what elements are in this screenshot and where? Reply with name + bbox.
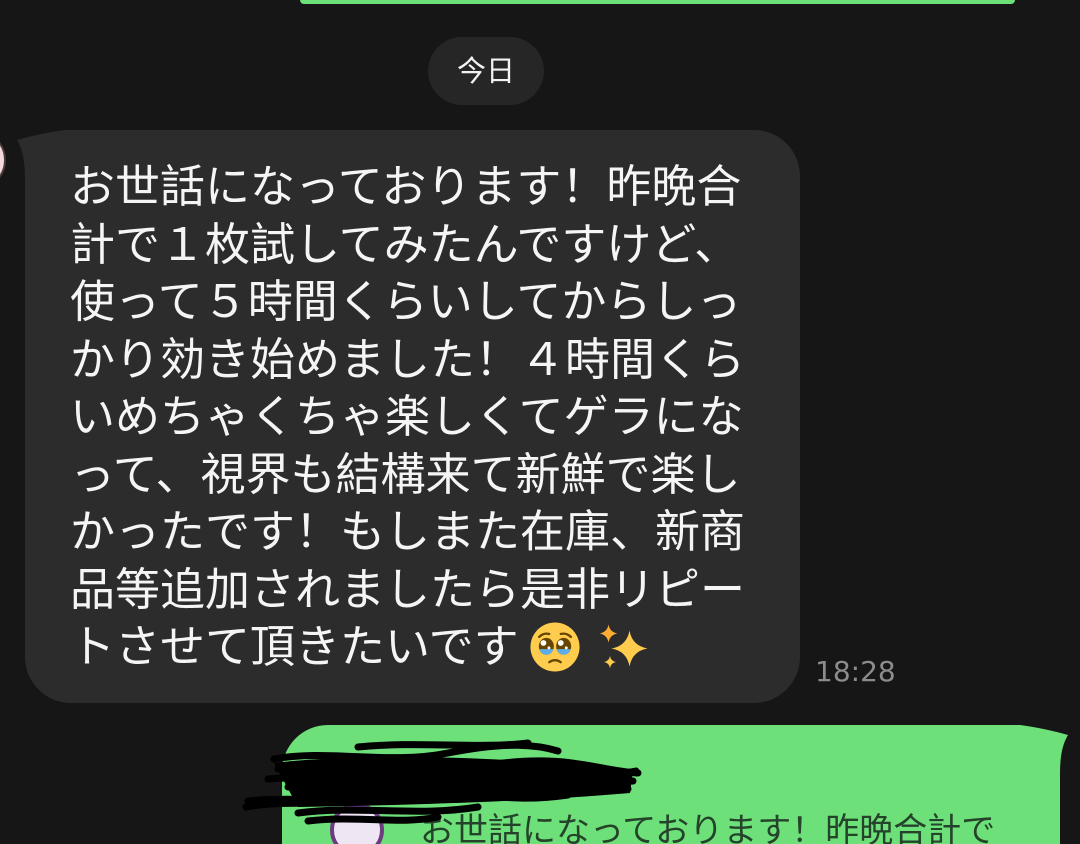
message-line-text: トさせて頂きたいです bbox=[70, 620, 519, 673]
message-line-last: トさせて頂きたいです bbox=[70, 618, 800, 676]
avatar-image bbox=[0, 130, 6, 190]
message-line: かったです！もしまた在庫、新商 bbox=[70, 505, 746, 558]
message-line: かり効き始めました！４時間くら bbox=[70, 332, 746, 386]
redaction-scribble bbox=[242, 739, 642, 825]
message-line: いめちゃくちゃ楽しくてゲラにな bbox=[70, 390, 744, 443]
message-line: 使って５時間くらいしてからしっ bbox=[70, 275, 742, 328]
chat-screen: 今日 お世話になっております！昨晩合 計で１枚試してみたんですけど、 使って５時… bbox=[0, 0, 1080, 844]
date-label: 今日 bbox=[456, 53, 515, 88]
message-timestamp: 18:28 bbox=[815, 655, 896, 688]
message-line: 計で１枚試してみたんですけど、 bbox=[70, 217, 740, 271]
previous-message-bubble-edge[interactable] bbox=[300, 0, 1015, 4]
bubble-tail bbox=[17, 130, 75, 180]
message-line: 品等追加されましたら是非リピー bbox=[70, 562, 746, 616]
sender-avatar[interactable] bbox=[0, 128, 12, 194]
message-line: って、視界も結構来て新鮮で楽し bbox=[70, 447, 741, 501]
date-separator: 今日 bbox=[428, 37, 544, 105]
incoming-message-bubble[interactable]: お世話になっております！昨晩合 計で１枚試してみたんですけど、 使って５時間くら… bbox=[17, 130, 800, 703]
face-holding-back-tears-icon bbox=[530, 622, 580, 672]
message-line: お世話になっております！昨晩合 bbox=[70, 160, 742, 213]
sparkles-icon bbox=[599, 624, 648, 668]
